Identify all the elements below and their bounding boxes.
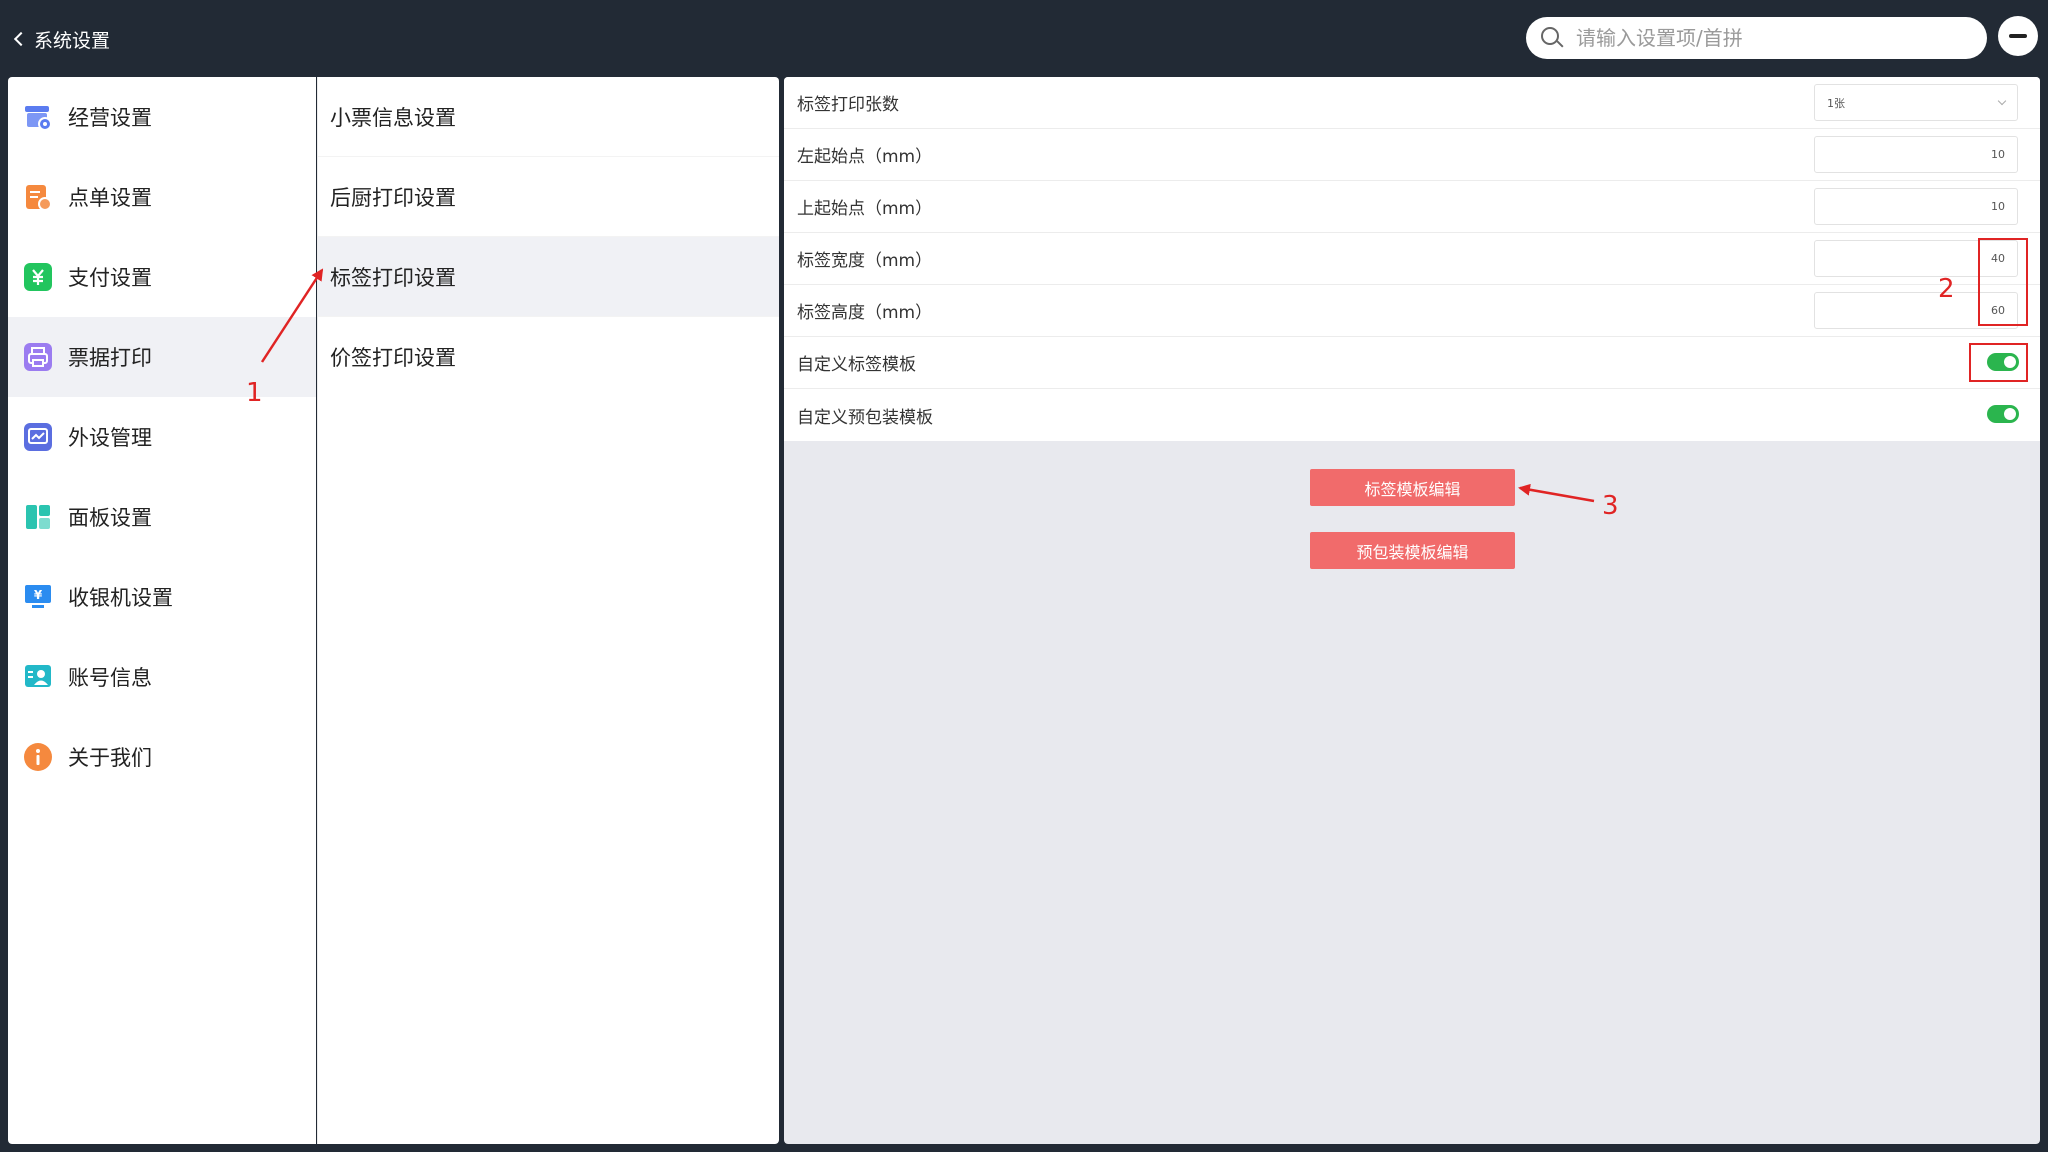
page-title: 系统设置 — [34, 29, 111, 52]
setting-row-custom-label-template: 自定义标签模板 — [784, 337, 2040, 389]
sidebar-item-account[interactable]: 账号信息 — [8, 637, 316, 717]
setting-label: 标签宽度（mm） — [797, 251, 933, 271]
setting-row-custom-prepack-template: 自定义预包装模板 — [784, 389, 2040, 441]
custom-prepack-template-toggle[interactable] — [1987, 405, 2019, 423]
sidebar-item-business[interactable]: 经营设置 — [8, 77, 316, 157]
setting-row-label-count: 标签打印张数 1张 — [784, 77, 2040, 129]
sidebar-item-panel[interactable]: 面板设置 — [8, 477, 316, 557]
submenu-label: 后厨打印设置 — [330, 185, 456, 210]
sidebar-item-label: 收银机设置 — [68, 586, 173, 610]
setting-row-label-width: 标签宽度（mm） 40 — [784, 233, 2040, 285]
order-icon — [24, 183, 52, 211]
svg-text:¥: ¥ — [34, 588, 43, 602]
edit-prepack-template-button[interactable]: 预包装模板编辑 — [1310, 532, 1515, 569]
search-box[interactable] — [1526, 17, 1987, 59]
label-print-settings: 标签打印张数 1张 左起始点（mm） 10 上起始点（mm） 10 标签宽度（m… — [784, 77, 2040, 1144]
submenu-label: 价签打印设置 — [330, 346, 456, 370]
sidebar-item-peripherals[interactable]: 外设管理 — [8, 397, 316, 477]
annotation-box-dimensions — [1978, 238, 2028, 326]
left-start-input[interactable]: 10 — [1814, 136, 2018, 173]
chevron-down-icon — [1997, 96, 2007, 106]
submenu-label-print[interactable]: 标签打印设置 — [318, 237, 779, 317]
input-value: 10 — [1991, 148, 2005, 161]
annotation-number-2: 2 — [1938, 274, 1955, 304]
top-start-input[interactable]: 10 — [1814, 188, 2018, 225]
submenu-label: 小票信息设置 — [330, 105, 456, 130]
peripheral-icon — [24, 423, 52, 451]
setting-label: 上起始点（mm） — [797, 199, 933, 219]
info-icon — [24, 743, 52, 771]
settings-sidebar: 经营设置 点单设置 支付设置 票据打印 外设管理 面板设置 ¥ 收银机设置 账号… — [8, 77, 316, 1144]
input-value: 10 — [1991, 200, 2005, 213]
sidebar-item-label: 点单设置 — [68, 186, 152, 210]
annotation-number-1: 1 — [246, 378, 263, 408]
sidebar-item-label: 面板设置 — [68, 506, 152, 530]
submenu-price-tag-print[interactable]: 价签打印设置 — [318, 317, 779, 397]
sidebar-item-label: 账号信息 — [68, 666, 152, 690]
sidebar-item-payment[interactable]: 支付设置 — [8, 237, 316, 317]
cash-register-icon: ¥ — [24, 583, 52, 611]
back-button[interactable]: 系统设置 — [12, 24, 110, 54]
setting-row-label-height: 标签高度（mm） 60 — [784, 285, 2040, 337]
top-bar: 系统设置 — [0, 0, 2048, 76]
payment-yuan-icon — [24, 263, 52, 291]
minimize-button[interactable] — [1998, 16, 2038, 56]
search-icon — [1540, 26, 1564, 50]
sidebar-item-label: 票据打印 — [68, 346, 152, 370]
printer-icon — [24, 343, 52, 371]
chevron-left-icon — [13, 31, 29, 47]
sidebar-item-receipt-print[interactable]: 票据打印 — [8, 317, 316, 397]
toggle-knob — [2004, 408, 2016, 420]
select-value: 1张 — [1827, 96, 1845, 110]
sidebar-item-about[interactable]: 关于我们 — [8, 717, 316, 797]
setting-label: 自定义标签模板 — [797, 355, 916, 375]
setting-row-top-start: 上起始点（mm） 10 — [784, 181, 2040, 233]
annotation-number-3: 3 — [1602, 491, 1619, 521]
minus-icon — [2009, 34, 2027, 38]
annotation-box-toggle — [1969, 343, 2028, 382]
sidebar-item-label: 支付设置 — [68, 266, 152, 290]
print-submenu: 小票信息设置 后厨打印设置 标签打印设置 价签打印设置 — [317, 77, 779, 1144]
store-settings-icon — [24, 103, 52, 131]
account-icon — [24, 663, 52, 691]
search-input[interactable] — [1576, 26, 1956, 50]
label-count-select[interactable]: 1张 — [1814, 84, 2018, 121]
sidebar-item-label: 经营设置 — [68, 106, 152, 130]
submenu-receipt-info[interactable]: 小票信息设置 — [318, 77, 779, 157]
setting-row-left-start: 左起始点（mm） 10 — [784, 129, 2040, 181]
sidebar-item-label: 关于我们 — [68, 746, 152, 770]
setting-label: 自定义预包装模板 — [797, 407, 933, 428]
sidebar-item-label: 外设管理 — [68, 426, 152, 450]
setting-label: 左起始点（mm） — [797, 147, 933, 167]
setting-label: 标签打印张数 — [797, 95, 899, 115]
panel-layout-icon — [24, 503, 52, 531]
edit-label-template-button[interactable]: 标签模板编辑 — [1310, 469, 1515, 506]
submenu-label: 标签打印设置 — [330, 265, 456, 290]
submenu-kitchen-print[interactable]: 后厨打印设置 — [318, 157, 779, 237]
setting-label: 标签高度（mm） — [797, 303, 933, 323]
sidebar-item-cash-register[interactable]: ¥ 收银机设置 — [8, 557, 316, 637]
sidebar-item-ordering[interactable]: 点单设置 — [8, 157, 316, 237]
